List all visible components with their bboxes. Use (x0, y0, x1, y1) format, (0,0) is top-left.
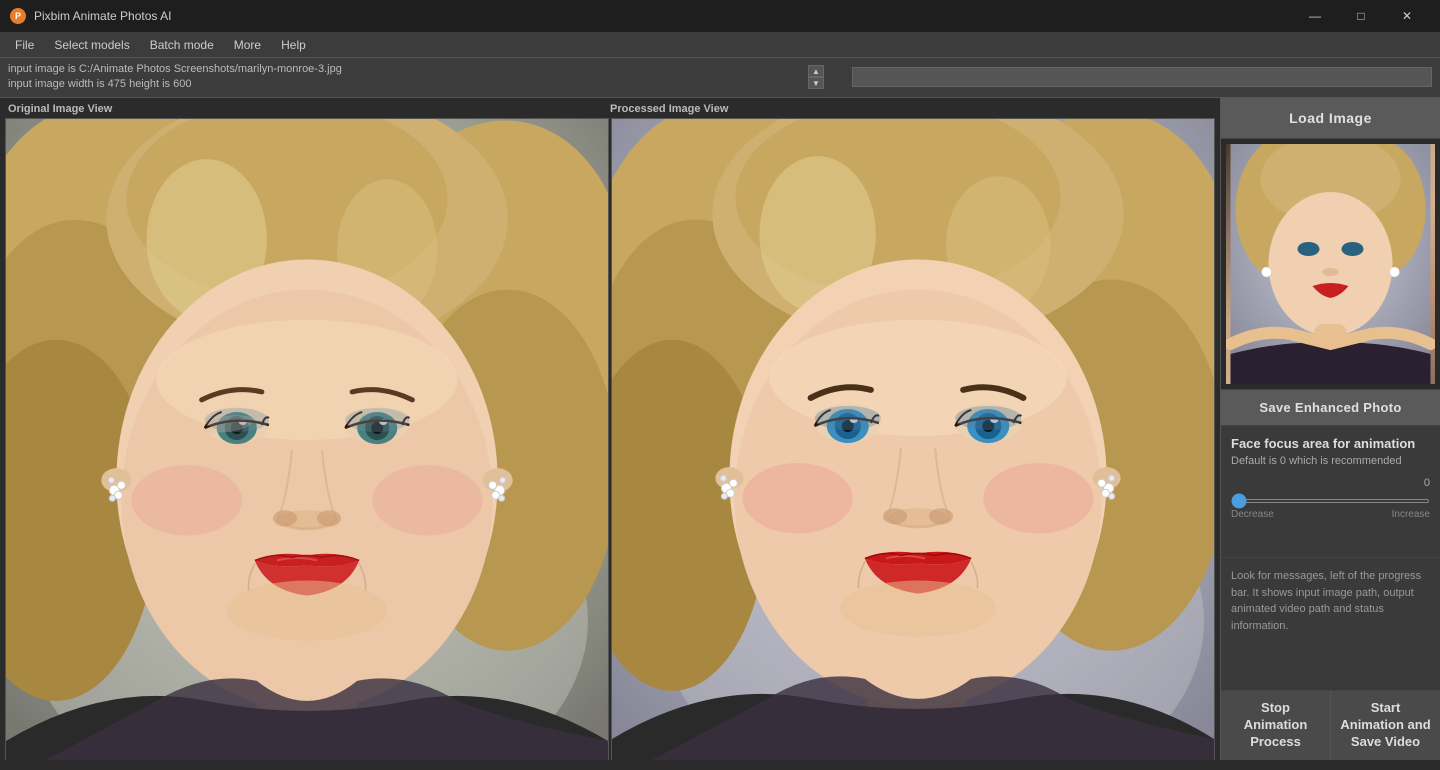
panel-labels: Original Image View Processed Image View (0, 98, 1220, 118)
progress-bar (852, 67, 1432, 87)
slider-value: 0 (1424, 477, 1430, 489)
load-image-button[interactable]: Load Image (1221, 98, 1440, 139)
original-image-panel (5, 118, 609, 760)
slider-decrease-label: Decrease (1231, 509, 1274, 520)
processed-image-panel (611, 118, 1215, 760)
titlebar-title: Pixbim Animate Photos AI (34, 9, 171, 23)
titlebar-controls: — □ ✕ (1292, 0, 1430, 32)
info-section: Look for messages, left of the progress … (1221, 558, 1440, 690)
scroll-down-button[interactable]: ▼ (808, 77, 824, 89)
menu-file[interactable]: File (5, 35, 44, 55)
slider-value-row: 0 (1231, 477, 1430, 489)
slider-labels: Decrease Increase (1231, 509, 1430, 520)
images-row (0, 118, 1220, 760)
titlebar-left: P Pixbim Animate Photos AI (10, 8, 171, 24)
processed-label: Processed Image View (610, 103, 1212, 115)
menu-help[interactable]: Help (271, 35, 316, 55)
close-button[interactable]: ✕ (1384, 0, 1430, 32)
original-portrait (6, 119, 608, 760)
status-text-container: input image is C:/Animate Photos Screens… (8, 62, 800, 93)
right-panel: Load Image (1220, 98, 1440, 760)
scroll-buttons: ▲ ▼ (808, 65, 824, 89)
statusbar: input image is C:/Animate Photos Screens… (0, 58, 1440, 98)
status-line1: input image is C:/Animate Photos Screens… (8, 62, 800, 77)
menu-more[interactable]: More (224, 35, 271, 55)
maximize-button[interactable]: □ (1338, 0, 1384, 32)
info-paragraph: Look for messages, left of the progress … (1231, 568, 1430, 634)
progress-container (832, 67, 1432, 87)
menu-batch-mode[interactable]: Batch mode (140, 35, 224, 55)
titlebar: P Pixbim Animate Photos AI — □ ✕ (0, 0, 1440, 32)
face-focus-title: Face focus area for animation (1231, 436, 1430, 451)
app-icon: P (10, 8, 26, 24)
minimize-button[interactable]: — (1292, 0, 1338, 32)
menubar: File Select models Batch mode More Help (0, 32, 1440, 58)
scroll-up-button[interactable]: ▲ (808, 65, 824, 77)
status-line2: input image width is 475 height is 600 (8, 77, 800, 92)
menu-select-models[interactable]: Select models (44, 35, 139, 55)
start-animation-button[interactable]: Start Animation and Save Video (1331, 691, 1440, 760)
face-focus-slider[interactable] (1231, 499, 1430, 503)
thumbnail-container (1221, 139, 1440, 390)
slider-increase-label: Increase (1392, 509, 1430, 520)
processed-portrait (612, 119, 1214, 760)
original-portrait-svg (6, 119, 608, 760)
face-focus-section: Face focus area for animation Default is… (1221, 426, 1440, 559)
save-photo-button[interactable]: Save Enhanced Photo (1221, 390, 1440, 426)
processed-portrait-svg (612, 119, 1214, 760)
face-focus-subtitle: Default is 0 which is recommended (1231, 455, 1430, 467)
thumbnail-svg (1226, 144, 1435, 384)
image-panels: Original Image View Processed Image View (0, 98, 1220, 760)
main-content: Original Image View Processed Image View (0, 98, 1440, 760)
thumbnail-image (1226, 144, 1435, 384)
bottom-buttons: Stop Animation Process Start Animation a… (1221, 690, 1440, 760)
original-label: Original Image View (8, 103, 610, 115)
stop-animation-button[interactable]: Stop Animation Process (1221, 691, 1331, 760)
